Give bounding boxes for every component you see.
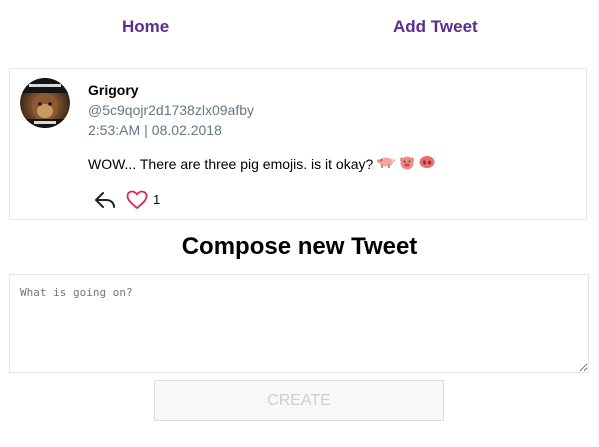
compose-input[interactable] (9, 274, 589, 373)
tweet-actions: 1 (94, 189, 160, 211)
avatar-image (20, 78, 70, 128)
pig-nose-icon (419, 155, 435, 173)
top-nav: Home Add Tweet (0, 0, 599, 55)
avatar[interactable] (20, 78, 70, 128)
pig-icon (377, 155, 396, 173)
timestamp-separator: | (144, 122, 148, 138)
tweet-timestamp: 2:53:AM | 08.02.2018 (88, 121, 222, 139)
tweet-time: 2:53:AM (88, 122, 141, 138)
heart-icon[interactable] (126, 190, 148, 210)
tweet-card: Grigory @5c9qojr2d1738zlx09afby 2:53:AM |… (9, 68, 587, 220)
tweet-handle[interactable]: @5c9qojr2d1738zlx09afby (88, 101, 254, 119)
tweet-text: WOW... There are three pig emojis. is it… (88, 154, 435, 174)
tweet-author[interactable]: Grigory (88, 81, 139, 99)
nav-add-tweet-link[interactable]: Add Tweet (393, 17, 478, 37)
tweet-text-content: WOW... There are three pig emojis. is it… (88, 156, 374, 172)
compose-title: Compose new Tweet (181, 233, 418, 260)
like-count: 1 (153, 192, 161, 207)
reply-icon[interactable] (94, 191, 116, 209)
pig-face-icon (399, 154, 415, 174)
tweet-date: 08.02.2018 (151, 122, 222, 138)
nav-home-link[interactable]: Home (122, 17, 169, 37)
create-button[interactable]: CREATE (154, 380, 444, 421)
